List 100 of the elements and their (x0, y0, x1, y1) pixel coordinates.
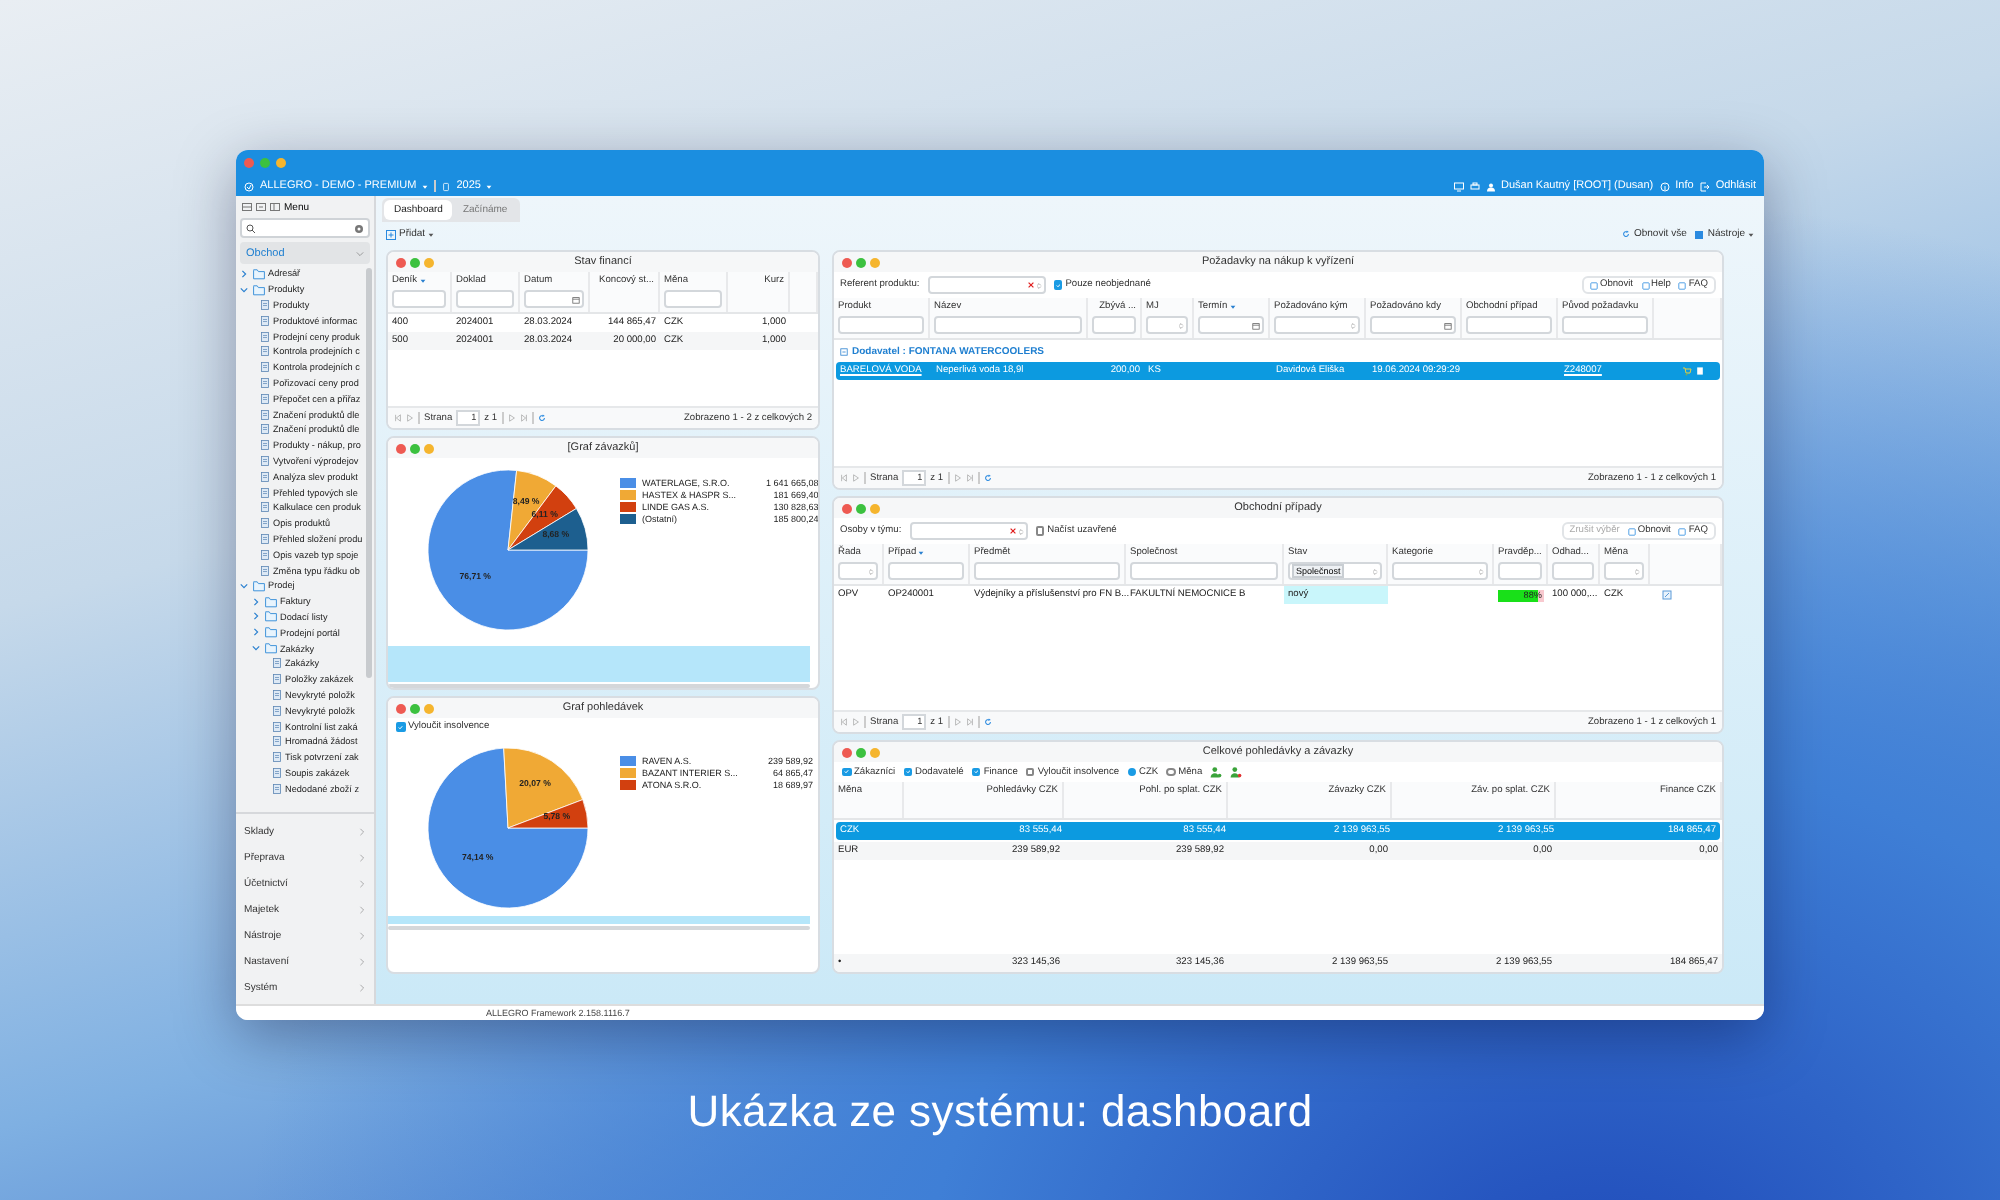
info-icon (1659, 181, 1670, 191)
document-icon (260, 565, 270, 576)
filter-field[interactable] (1498, 562, 1542, 580)
filter-field[interactable] (927, 276, 1046, 294)
refresh-icon (537, 414, 546, 422)
zoom-button[interactable] (276, 158, 286, 168)
logout-icon (1699, 181, 1710, 191)
filter-field[interactable] (1130, 562, 1278, 580)
layout-icon[interactable] (270, 202, 280, 212)
filter-field[interactable] (664, 290, 722, 308)
search-field[interactable] (240, 218, 370, 238)
close-button[interactable] (396, 443, 406, 453)
filter-field[interactable] (456, 290, 514, 308)
document-icon (260, 440, 270, 451)
filter-field[interactable] (934, 316, 1082, 334)
document-icon (260, 549, 270, 560)
date-field[interactable] (1370, 316, 1456, 334)
check-icon (398, 723, 403, 731)
minimize-button[interactable] (410, 703, 420, 713)
zoom-button[interactable] (870, 503, 880, 513)
filter-field[interactable] (888, 562, 964, 580)
sort-arrow-icon (918, 550, 925, 556)
document-icon (260, 533, 270, 544)
edit-icon[interactable] (1662, 590, 1672, 600)
date-field[interactable] (1198, 316, 1264, 334)
minimize-button[interactable] (856, 503, 866, 513)
filter-field[interactable] (1562, 316, 1648, 334)
filter-field[interactable] (1552, 562, 1594, 580)
close-button[interactable] (842, 503, 852, 513)
previous-page-icon[interactable] (406, 414, 414, 422)
cart-icon[interactable] (1682, 366, 1692, 376)
gear-icon (354, 223, 364, 233)
select-field[interactable] (1146, 316, 1188, 334)
clear-icon (1009, 528, 1016, 534)
last-page-icon[interactable] (519, 414, 528, 422)
person-add-icon[interactable] (1210, 766, 1223, 778)
document-icon (260, 424, 270, 435)
refresh-icon (1622, 230, 1631, 238)
person-remove-icon[interactable] (1230, 766, 1243, 778)
logo-icon (244, 181, 254, 191)
filter-field[interactable] (974, 562, 1120, 580)
first-page-icon[interactable] (840, 718, 848, 726)
close-button[interactable] (396, 257, 406, 267)
next-page-icon[interactable] (507, 414, 516, 422)
next-page-icon[interactable] (953, 718, 962, 726)
scrollbar[interactable] (388, 684, 810, 688)
minimize-button[interactable] (410, 443, 420, 453)
filter-field[interactable] (392, 290, 446, 308)
previous-page-icon[interactable] (852, 474, 860, 482)
last-page-icon[interactable] (965, 474, 974, 482)
first-page-icon[interactable] (394, 414, 402, 422)
zoom-button[interactable] (424, 257, 434, 267)
stepper-icon (1372, 567, 1378, 575)
user-icon (1485, 181, 1495, 191)
document-icon[interactable] (1696, 366, 1704, 376)
zoom-button[interactable] (424, 443, 434, 453)
phone-icon (442, 181, 451, 191)
document-icon (272, 736, 282, 747)
refresh-icon (983, 474, 992, 482)
first-page-icon[interactable] (840, 474, 848, 482)
minimize-button[interactable] (260, 158, 270, 168)
last-page-icon[interactable] (965, 718, 974, 726)
next-page-icon[interactable] (953, 474, 962, 482)
select-field[interactable] (1274, 316, 1360, 334)
stepper-icon (1350, 321, 1356, 329)
collapse-icon[interactable] (840, 348, 848, 356)
zoom-button[interactable] (870, 257, 880, 267)
document-icon (260, 393, 270, 404)
zoom-button[interactable] (424, 703, 434, 713)
minimize-button[interactable] (856, 747, 866, 757)
minimize-button[interactable] (410, 257, 420, 267)
document-icon (260, 502, 270, 513)
filter-field[interactable] (1466, 316, 1552, 334)
minimize-button[interactable] (856, 257, 866, 267)
close-button[interactable] (842, 257, 852, 267)
select-field[interactable] (1392, 562, 1488, 580)
select-field[interactable] (838, 562, 878, 580)
date-field[interactable] (524, 290, 584, 308)
scrollbar[interactable] (388, 926, 810, 930)
calendar-icon (1252, 321, 1260, 329)
close-button[interactable] (396, 703, 406, 713)
document-icon (260, 331, 270, 342)
filter-field[interactable] (1092, 316, 1136, 334)
document-icon (260, 346, 270, 357)
select-field[interactable] (1604, 562, 1644, 580)
sort-arrow-icon (1229, 304, 1236, 310)
stepper-icon (1178, 321, 1184, 329)
stepper-icon (1634, 567, 1640, 575)
filter-field[interactable] (909, 522, 1028, 540)
sort-arrow-icon (419, 278, 426, 284)
document-icon (272, 705, 282, 716)
layout-icon[interactable] (242, 202, 252, 212)
layout-icon[interactable] (256, 202, 266, 212)
zoom-button[interactable] (870, 747, 880, 757)
previous-page-icon[interactable] (852, 718, 860, 726)
close-button[interactable] (842, 747, 852, 757)
action-icon (1589, 281, 1598, 289)
filter-field[interactable] (838, 316, 924, 334)
document-icon (272, 752, 282, 763)
document-icon (260, 487, 270, 498)
